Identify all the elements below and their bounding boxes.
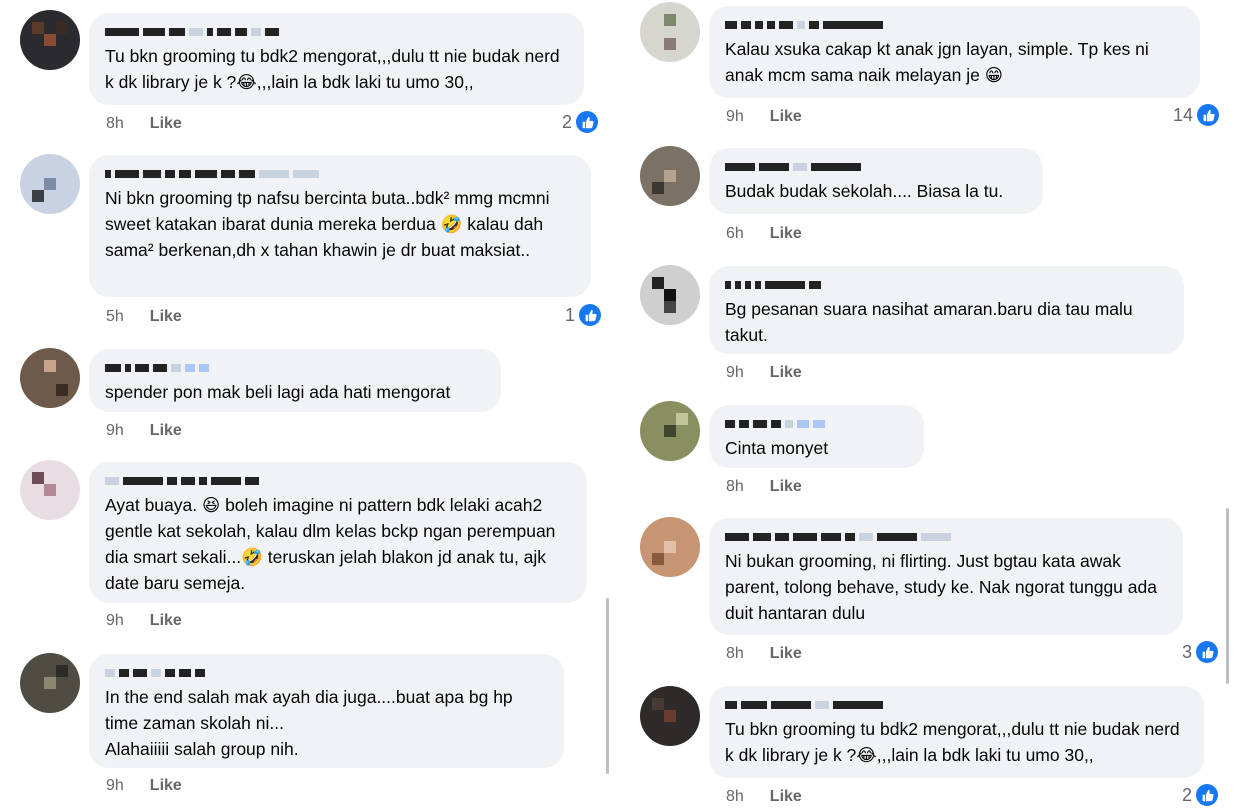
like-reaction-icon bbox=[579, 304, 602, 326]
comment-bubble: Tu bkn grooming tu bdk2 mengorat,,,dulu … bbox=[89, 13, 584, 105]
commenter-name-redacted[interactable] bbox=[725, 528, 1167, 546]
comment-text: In the end salah mak ayah dia juga....bu… bbox=[105, 687, 513, 759]
commenter-name-redacted[interactable] bbox=[105, 23, 568, 41]
comment-text: Bg pesanan suara nasihat amaran.baru dia… bbox=[725, 299, 1133, 345]
avatar[interactable] bbox=[20, 154, 80, 214]
comment-bubble: Budak budak sekolah.... Biasa la tu. bbox=[709, 148, 1043, 214]
commenter-name-redacted[interactable] bbox=[105, 472, 571, 490]
avatar[interactable] bbox=[20, 10, 80, 70]
timestamp[interactable]: 8h bbox=[726, 645, 744, 663]
reaction-count[interactable]: 2 bbox=[562, 111, 599, 133]
like-reaction-icon bbox=[1196, 784, 1219, 806]
commenter-name-redacted[interactable] bbox=[105, 165, 575, 183]
comment-bubble: Ayat buaya. 😆 boleh imagine ni pattern b… bbox=[89, 462, 587, 603]
commenter-name-redacted[interactable] bbox=[105, 664, 548, 682]
reaction-count-value: 14 bbox=[1173, 104, 1194, 125]
avatar[interactable] bbox=[640, 146, 700, 206]
avatar[interactable] bbox=[640, 517, 700, 577]
comment-bubble: spender pon mak beli lagi ada hati mengo… bbox=[89, 349, 501, 412]
like-button[interactable]: Like bbox=[770, 225, 802, 243]
avatar[interactable] bbox=[20, 653, 80, 713]
scrollbar[interactable] bbox=[606, 598, 609, 774]
like-button[interactable]: Like bbox=[150, 612, 182, 630]
reaction-count-value: 2 bbox=[562, 111, 573, 132]
like-button[interactable]: Like bbox=[150, 115, 182, 133]
comment-text: Kalau xsuka cakap kt anak jgn layan, sim… bbox=[725, 39, 1149, 85]
timestamp[interactable]: 9h bbox=[106, 777, 124, 795]
like-reaction-icon bbox=[1197, 104, 1220, 126]
timestamp[interactable]: 8h bbox=[726, 478, 744, 496]
avatar[interactable] bbox=[640, 2, 700, 62]
comment-meta: 9h Like bbox=[726, 364, 802, 382]
avatar[interactable] bbox=[20, 348, 80, 408]
comment-text: Budak budak sekolah.... Biasa la tu. bbox=[725, 181, 1004, 201]
like-button[interactable]: Like bbox=[770, 108, 802, 126]
comment-text: Cinta monyet bbox=[725, 438, 829, 458]
timestamp[interactable]: 9h bbox=[726, 364, 744, 382]
avatar[interactable] bbox=[640, 265, 700, 325]
timestamp[interactable]: 8h bbox=[726, 788, 744, 806]
commenter-name-redacted[interactable] bbox=[105, 359, 485, 377]
avatar[interactable] bbox=[640, 401, 700, 461]
scrollbar[interactable] bbox=[1226, 508, 1229, 684]
like-button[interactable]: Like bbox=[770, 364, 802, 382]
reaction-count-value: 3 bbox=[1182, 641, 1193, 662]
reaction-count[interactable]: 14 bbox=[1173, 104, 1220, 126]
like-button[interactable]: Like bbox=[770, 788, 802, 806]
commenter-name-redacted[interactable] bbox=[725, 158, 1027, 176]
comment-bubble: Ni bkn grooming tp nafsu bercinta buta..… bbox=[89, 155, 591, 297]
comment-meta: 5h Like bbox=[106, 308, 182, 326]
like-button[interactable]: Like bbox=[770, 478, 802, 496]
commenter-name-redacted[interactable] bbox=[725, 276, 1168, 294]
commenter-name-redacted[interactable] bbox=[725, 415, 908, 433]
like-button[interactable]: Like bbox=[770, 645, 802, 663]
timestamp[interactable]: 5h bbox=[106, 308, 124, 326]
comment-meta: 8h Like bbox=[726, 478, 802, 496]
comment-bubble: Tu bkn grooming tu bdk2 mengorat,,,dulu … bbox=[709, 686, 1204, 778]
comment-meta: 8h Like bbox=[106, 115, 182, 133]
reaction-count[interactable]: 1 bbox=[565, 304, 602, 326]
like-button[interactable]: Like bbox=[150, 308, 182, 326]
comment-bubble: Bg pesanan suara nasihat amaran.baru dia… bbox=[709, 266, 1184, 354]
timestamp[interactable]: 8h bbox=[106, 115, 124, 133]
comments-column-left: Tu bkn grooming tu bdk2 mengorat,,,dulu … bbox=[0, 0, 612, 812]
timestamp[interactable]: 6h bbox=[726, 225, 744, 243]
like-button[interactable]: Like bbox=[150, 422, 182, 440]
comment-bubble: Kalau xsuka cakap kt anak jgn layan, sim… bbox=[709, 6, 1200, 98]
comment-text: Ayat buaya. 😆 boleh imagine ni pattern b… bbox=[105, 495, 556, 593]
avatar[interactable] bbox=[640, 686, 700, 746]
comments-column-right: Kalau xsuka cakap kt anak jgn layan, sim… bbox=[624, 0, 1240, 812]
timestamp[interactable]: 9h bbox=[106, 612, 124, 630]
comment-text: spender pon mak beli lagi ada hati mengo… bbox=[105, 382, 451, 402]
reaction-count-value: 2 bbox=[1182, 784, 1193, 805]
comment-meta: 9h Like bbox=[726, 108, 802, 126]
comment-meta: 8h Like bbox=[726, 788, 802, 806]
comment-bubble: Cinta monyet bbox=[709, 405, 924, 468]
comment-meta: 8h Like bbox=[726, 645, 802, 663]
reaction-count-value: 1 bbox=[565, 304, 576, 325]
comment-bubble: In the end salah mak ayah dia juga....bu… bbox=[89, 654, 564, 768]
comment-bubble: Ni bukan grooming, ni flirting. Just bgt… bbox=[709, 518, 1183, 635]
like-reaction-icon bbox=[576, 111, 599, 133]
commenter-name-redacted[interactable] bbox=[725, 696, 1188, 714]
comment-text: Ni bkn grooming tp nafsu bercinta buta..… bbox=[105, 188, 550, 260]
reaction-count[interactable]: 2 bbox=[1182, 784, 1219, 806]
comment-meta: 6h Like bbox=[726, 225, 802, 243]
avatar[interactable] bbox=[20, 460, 80, 520]
like-reaction-icon bbox=[1196, 641, 1219, 663]
reaction-count[interactable]: 3 bbox=[1182, 641, 1219, 663]
comment-text: Ni bukan grooming, ni flirting. Just bgt… bbox=[725, 551, 1157, 623]
like-button[interactable]: Like bbox=[150, 777, 182, 795]
commenter-name-redacted[interactable] bbox=[725, 16, 1184, 34]
comment-meta: 9h Like bbox=[106, 422, 182, 440]
comment-text: Tu bkn grooming tu bdk2 mengorat,,,dulu … bbox=[105, 46, 560, 92]
timestamp[interactable]: 9h bbox=[106, 422, 124, 440]
column-divider bbox=[612, 0, 624, 812]
timestamp[interactable]: 9h bbox=[726, 108, 744, 126]
comment-meta: 9h Like bbox=[106, 777, 182, 795]
comment-text: Tu bkn grooming tu bdk2 mengorat,,,dulu … bbox=[725, 719, 1180, 765]
comment-meta: 9h Like bbox=[106, 612, 182, 630]
